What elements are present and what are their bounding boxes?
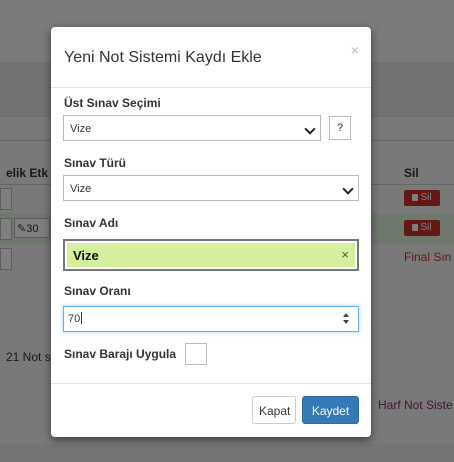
modal-footer: Kapat Kaydet [51,383,371,437]
close-icon[interactable]: × [351,42,359,58]
parent-exam-label: Üst Sınav Seçimi [64,96,161,110]
text-caret [81,312,83,324]
exam-name-value: Vize [73,248,99,263]
exam-name-label: Sınav Adı [64,216,119,230]
parent-exam-select[interactable]: Vize [63,115,321,141]
add-grade-system-modal: Yeni Not Sistemi Kaydı Ekle × Üst Sınav … [51,27,371,437]
close-button[interactable]: Kapat [252,396,296,424]
spinner-icon[interactable] [343,312,350,326]
threshold-checkbox[interactable] [185,343,207,365]
exam-name-highlight: Vize × [67,243,355,267]
clear-icon[interactable]: × [341,247,349,262]
help-button[interactable]: ? [329,116,351,140]
modal-header: Yeni Not Sistemi Kaydı Ekle × [51,27,371,88]
exam-type-value: Vize [70,183,92,195]
chevron-down-icon [304,123,316,135]
exam-name-field[interactable]: Vize × [63,239,359,271]
threshold-label: Sınav Barajı Uygula [64,347,177,361]
exam-type-label: Sınav Türü [64,156,127,170]
modal-title: Yeni Not Sistemi Kaydı Ekle [64,49,262,66]
exam-ratio-label: Sınav Oranı [64,284,131,298]
parent-exam-value: Vize [70,123,92,135]
chevron-down-icon [342,183,354,195]
exam-ratio-input[interactable]: 70 [63,306,359,332]
exam-ratio-value: 70 [68,313,81,325]
save-button[interactable]: Kaydet [302,396,359,424]
exam-type-select[interactable]: Vize [63,175,359,201]
